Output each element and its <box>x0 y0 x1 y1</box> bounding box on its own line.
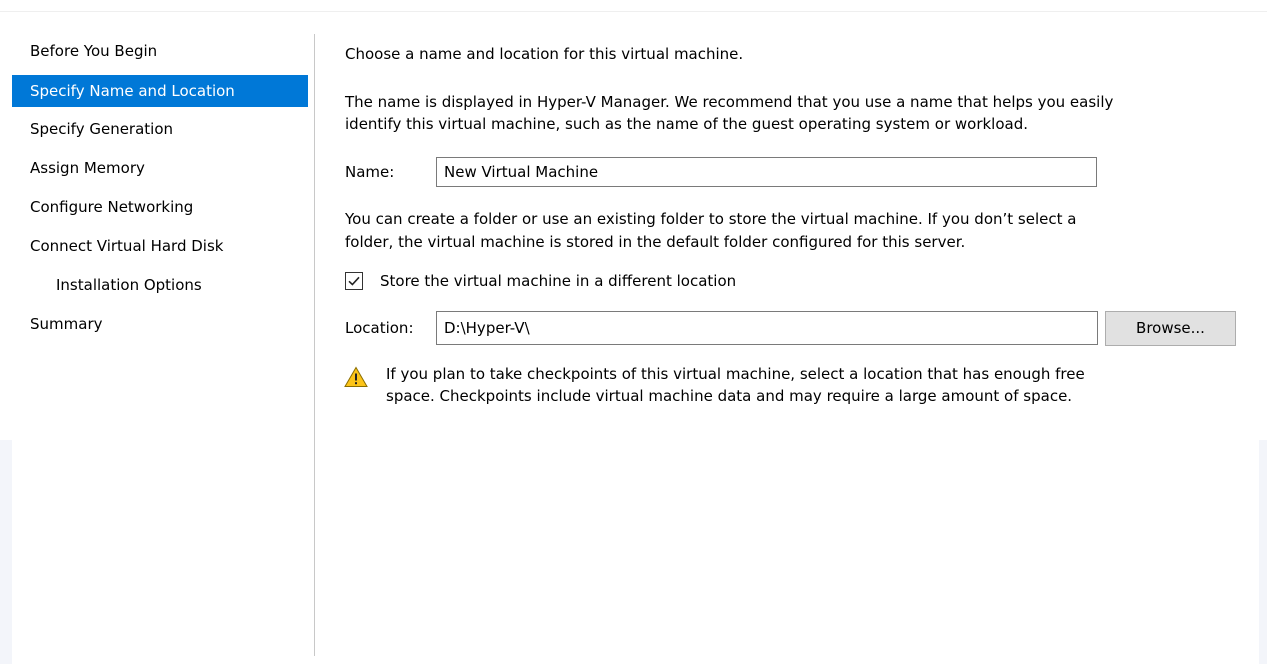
store-location-checkbox[interactable] <box>345 272 363 290</box>
location-input[interactable] <box>436 311 1098 345</box>
nav-step-specify-generation[interactable]: Specify Generation <box>12 110 308 149</box>
pane-divider <box>314 34 315 656</box>
window-edge-right <box>1259 440 1267 664</box>
location-label: Location: <box>345 319 414 337</box>
nav-step-before-you-begin[interactable]: Before You Begin <box>12 32 308 71</box>
warning-text-line-2: space. Checkpoints include virtual machi… <box>386 387 1073 405</box>
store-location-checkbox-label[interactable]: Store the virtual machine in a different… <box>380 270 736 292</box>
nav-step-summary[interactable]: Summary <box>12 305 308 344</box>
folder-description-line-1: You can create a folder or use an existi… <box>345 210 1077 228</box>
name-input[interactable] <box>436 157 1097 187</box>
folder-description-line-2: folder, the virtual machine is stored in… <box>345 233 966 251</box>
nav-step-installation-options[interactable]: Installation Options <box>12 266 308 305</box>
title-strip <box>0 0 1267 12</box>
warning-text-line-1: If you plan to take checkpoints of this … <box>386 365 1085 383</box>
nav-step-assign-memory[interactable]: Assign Memory <box>12 149 308 188</box>
window-edge-left <box>0 440 12 664</box>
warning-triangle-icon <box>344 366 368 387</box>
nav-step-configure-networking[interactable]: Configure Networking <box>12 188 308 227</box>
browse-button[interactable]: Browse... <box>1105 311 1236 346</box>
nav-step-connect-virtual-hard-disk[interactable]: Connect Virtual Hard Disk <box>12 227 308 266</box>
name-label: Name: <box>345 163 395 181</box>
nav-step-specify-name-and-location[interactable]: Specify Name and Location <box>12 75 308 107</box>
wizard-steps-nav: Before You Begin Specify Name and Locati… <box>12 32 308 344</box>
checkmark-icon <box>348 276 360 286</box>
name-description-line-2: identify this virtual machine, such as t… <box>345 115 1029 133</box>
page-heading: Choose a name and location for this virt… <box>345 45 744 63</box>
name-description-line-1: The name is displayed in Hyper-V Manager… <box>345 93 1114 111</box>
